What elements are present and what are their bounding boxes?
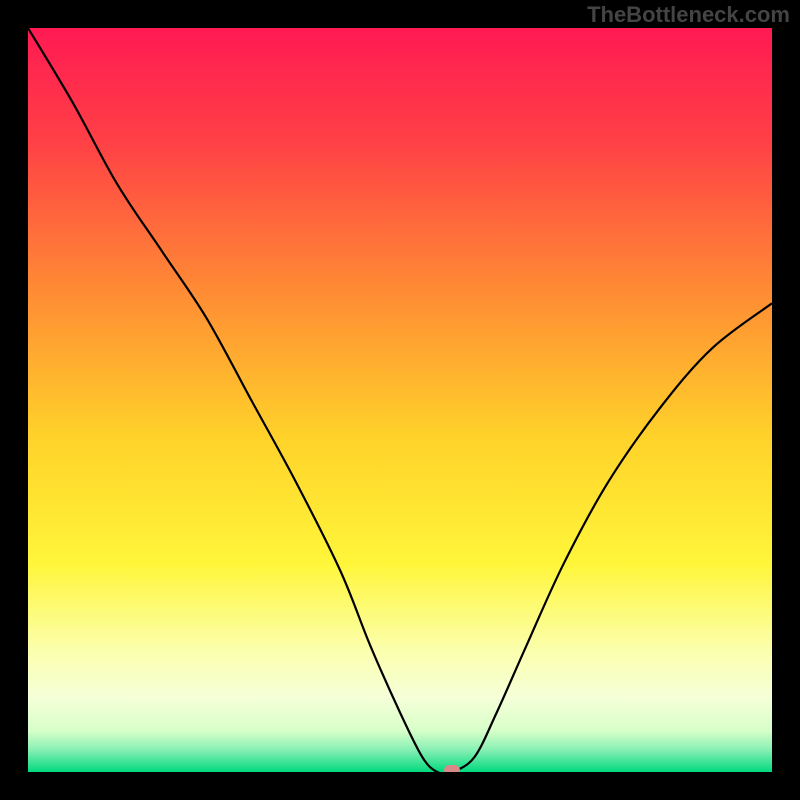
bottleneck-curve	[28, 28, 772, 772]
frame-bottom	[0, 772, 800, 800]
frame-left	[0, 0, 28, 800]
watermark-text: TheBottleneck.com	[587, 2, 790, 28]
frame-right	[772, 0, 800, 800]
